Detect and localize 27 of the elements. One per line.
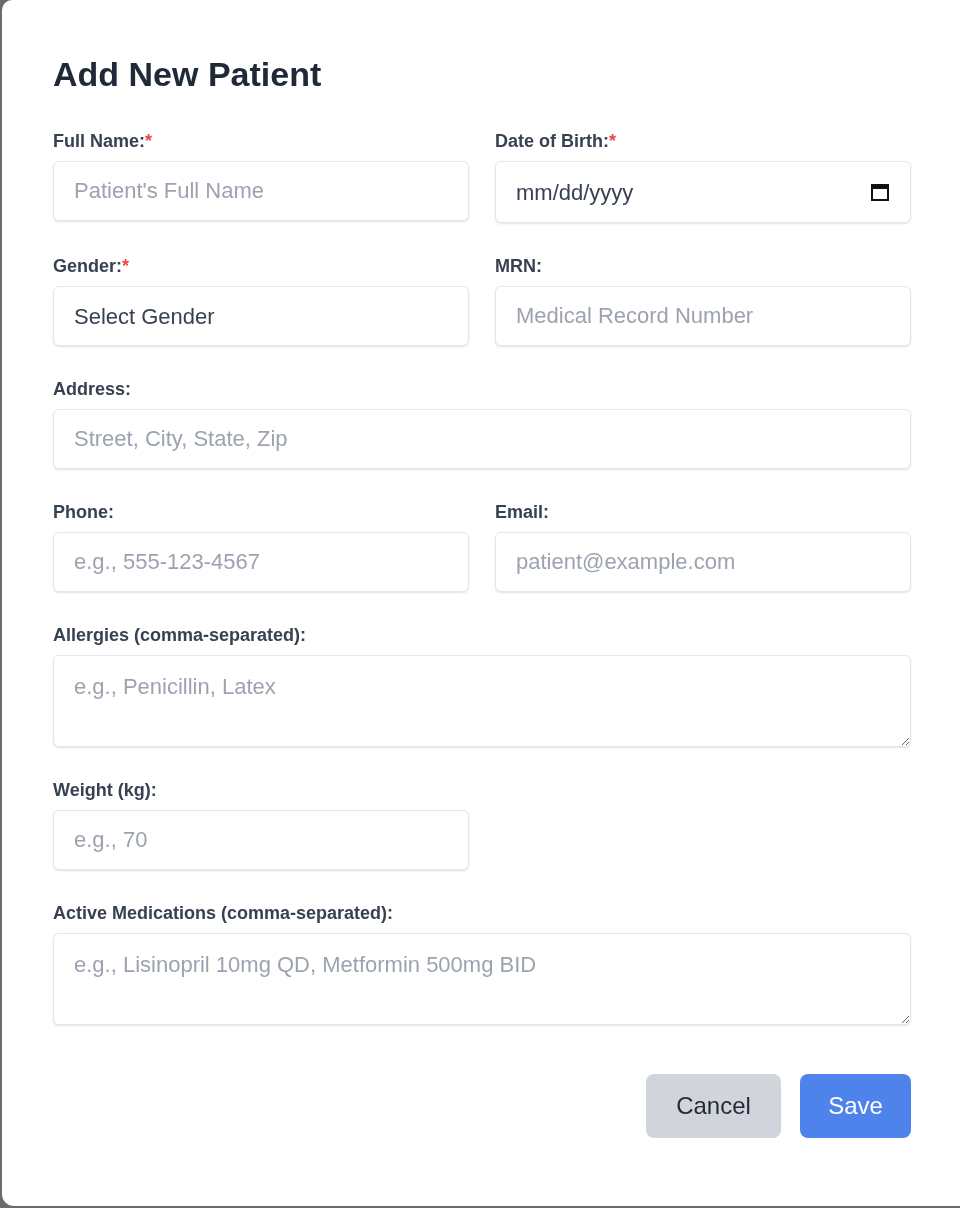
text-area[interactable]: e.g., Penicillin, Latex bbox=[53, 655, 911, 747]
field-label: Gender: bbox=[53, 254, 122, 278]
field-label: Email: bbox=[495, 500, 550, 524]
text-field[interactable]: e.g., 70 bbox=[53, 810, 469, 870]
text-field[interactable]: e.g., 555-123-4567 bbox=[53, 532, 469, 592]
dialog-title: Add New Patient bbox=[53, 54, 323, 95]
field-label: Date of Birth: bbox=[495, 129, 609, 153]
calendar-icon[interactable] bbox=[870, 182, 890, 202]
field-label: Full Name: bbox=[53, 129, 145, 153]
required-mark: * bbox=[122, 254, 130, 278]
text-field[interactable]: Medical Record Number bbox=[495, 286, 911, 346]
date-field[interactable]: mm/dd/yyyy bbox=[495, 161, 911, 223]
field-label: Phone: bbox=[53, 500, 114, 524]
field-label: Allergies (comma-separated): bbox=[53, 623, 307, 647]
cancel-button[interactable]: Cancel bbox=[646, 1074, 781, 1138]
field-label: Address: bbox=[53, 377, 132, 401]
field-label: Active Medications (comma-separated): bbox=[53, 901, 394, 925]
text-field[interactable]: Patient's Full Name bbox=[53, 161, 469, 221]
field-label: MRN: bbox=[495, 254, 542, 278]
field-label: Weight (kg): bbox=[53, 778, 157, 802]
required-mark: * bbox=[609, 129, 616, 153]
required-mark: * bbox=[145, 129, 153, 153]
text-field[interactable]: Street, City, State, Zip bbox=[53, 409, 911, 469]
text-field[interactable]: patient@example.com bbox=[495, 532, 911, 592]
text-area[interactable]: e.g., Lisinopril 10mg QD, Metformin 500mg BID bbox=[53, 933, 911, 1025]
gender-select[interactable]: Select Gender bbox=[53, 286, 469, 346]
save-button[interactable]: Save bbox=[800, 1074, 911, 1138]
